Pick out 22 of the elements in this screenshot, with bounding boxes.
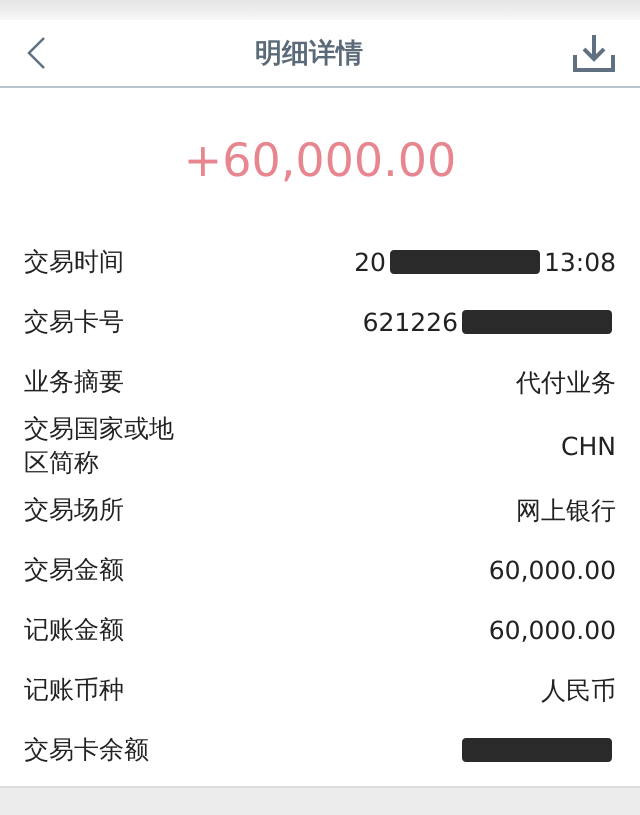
download-icon[interactable] bbox=[572, 33, 616, 73]
field-value: CHN bbox=[561, 432, 616, 460]
page-title: 明细详情 bbox=[255, 37, 363, 71]
field-label: 交易卡号 bbox=[24, 306, 125, 338]
field-value: 网上银行 bbox=[516, 494, 616, 526]
field-value: 20 bbox=[354, 248, 386, 276]
field-value: 60,000.00 bbox=[488, 616, 616, 644]
field-label: 交易卡余额 bbox=[24, 734, 150, 766]
field-label: 业务摘要 bbox=[24, 366, 125, 398]
field-label: 交易国家或地区简称 bbox=[24, 413, 175, 479]
field-label: 交易场所 bbox=[24, 494, 125, 526]
field-label: 交易金额 bbox=[24, 554, 125, 586]
field-value: 代付业务 bbox=[516, 366, 616, 398]
amount: +60,000.00 bbox=[184, 133, 456, 187]
field-label: 记账金额 bbox=[24, 614, 125, 646]
field-value: 621226 bbox=[362, 308, 458, 336]
field-value: 人民币 bbox=[541, 674, 616, 706]
field-value: 60,000.00 bbox=[488, 556, 616, 584]
field-label: 记账币种 bbox=[24, 674, 125, 706]
back-icon[interactable] bbox=[26, 36, 46, 70]
field-value: 13:08 bbox=[544, 248, 616, 276]
field-label: 交易时间 bbox=[24, 246, 125, 278]
